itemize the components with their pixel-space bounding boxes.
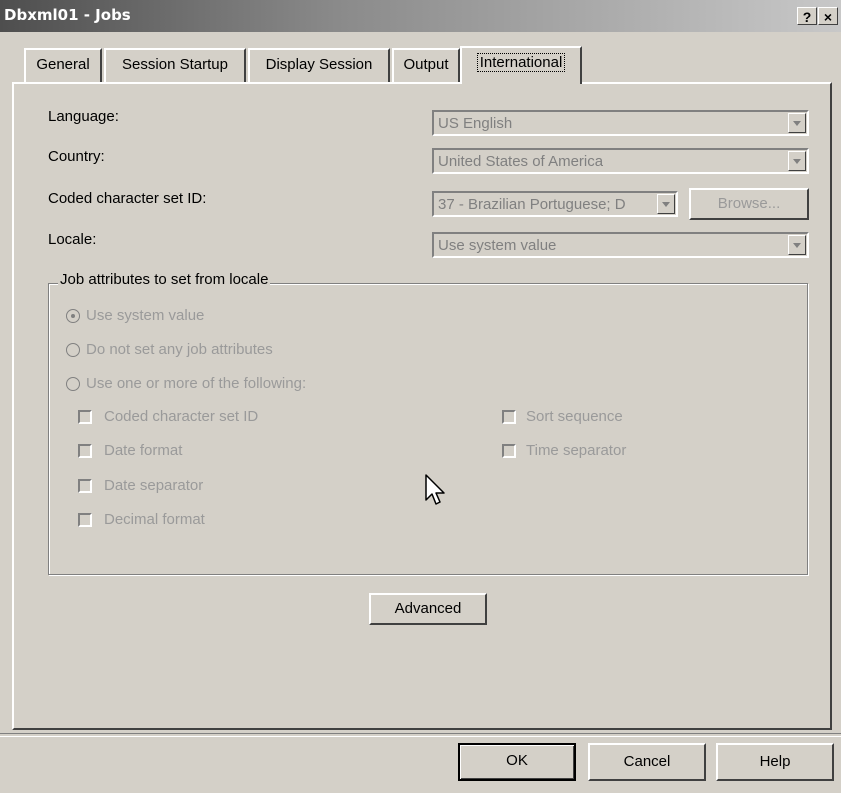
- ok-button[interactable]: OK: [458, 743, 576, 781]
- locale-select[interactable]: Use system value: [432, 232, 809, 258]
- chevron-down-icon[interactable]: [788, 151, 806, 171]
- advanced-button[interactable]: Advanced: [369, 593, 487, 625]
- cancel-button[interactable]: Cancel: [588, 743, 706, 781]
- checkbox-icon[interactable]: [502, 444, 516, 458]
- help-title-button[interactable]: ?: [797, 7, 817, 25]
- tab-output[interactable]: Output: [392, 48, 460, 82]
- checkbox-icon[interactable]: [78, 444, 92, 458]
- language-value: US English: [438, 115, 513, 132]
- language-select[interactable]: US English: [432, 110, 809, 136]
- radio-button-icon[interactable]: [66, 309, 80, 323]
- window-title: Dbxml01 - Jobs: [4, 6, 131, 24]
- job-attributes-group: [48, 283, 808, 575]
- chevron-down-icon[interactable]: [657, 194, 675, 214]
- checkbox-icon[interactable]: [502, 410, 516, 424]
- title-bar: Dbxml01 - Jobs ? ×: [0, 0, 841, 32]
- radio-button-icon[interactable]: [66, 377, 80, 391]
- country-label: Country:: [48, 148, 105, 165]
- chevron-down-icon[interactable]: [788, 113, 806, 133]
- chevron-down-icon[interactable]: [788, 235, 806, 255]
- tab-general[interactable]: General: [24, 48, 102, 82]
- tab-international[interactable]: International: [460, 46, 582, 84]
- locale-value: Use system value: [438, 237, 557, 254]
- country-value: United States of America: [438, 153, 604, 170]
- country-select[interactable]: United States of America: [432, 148, 809, 174]
- tab-session-startup[interactable]: Session Startup: [104, 48, 246, 82]
- ccsid-label: Coded character set ID:: [48, 190, 207, 207]
- browse-button[interactable]: Browse...: [689, 188, 809, 220]
- group-title: Job attributes to set from locale: [58, 271, 271, 288]
- tab-display-session[interactable]: Display Session: [248, 48, 390, 82]
- locale-label: Locale:: [48, 231, 97, 248]
- footer-divider: [0, 733, 841, 737]
- mouse-cursor-icon: [425, 474, 445, 505]
- checkbox-icon[interactable]: [78, 479, 92, 493]
- checkbox-icon[interactable]: [78, 410, 92, 424]
- radio-button-icon[interactable]: [66, 343, 80, 357]
- ccsid-select[interactable]: 37 - Brazilian Portuguese; D: [432, 191, 678, 217]
- ccsid-value: 37 - Brazilian Portuguese; D: [438, 196, 626, 213]
- help-button[interactable]: Help: [716, 743, 834, 781]
- checkbox-icon[interactable]: [78, 513, 92, 527]
- language-label: Language:: [48, 108, 119, 125]
- close-icon[interactable]: ×: [818, 7, 838, 25]
